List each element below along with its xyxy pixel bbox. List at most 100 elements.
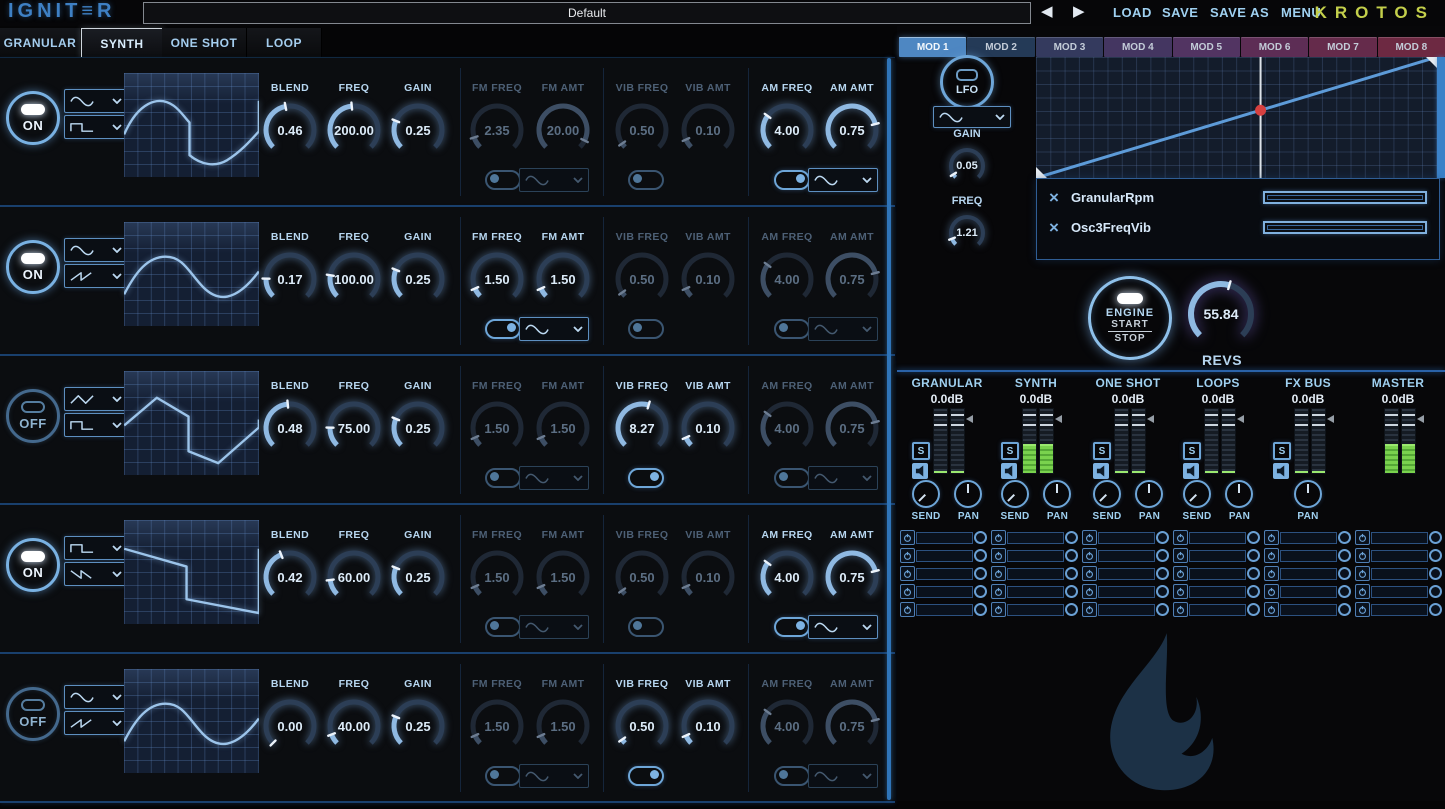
- matrix-power-button[interactable]: [1355, 530, 1370, 545]
- send-knob[interactable]: [1183, 480, 1211, 508]
- am-enable-toggle[interactable]: [774, 617, 810, 637]
- mod-tab-4[interactable]: MOD 4: [1104, 37, 1171, 57]
- gain-knob[interactable]: 0.25: [387, 99, 449, 161]
- osc-power-toggle[interactable]: OFF: [6, 687, 60, 741]
- matrix-power-button[interactable]: [1173, 584, 1188, 599]
- matrix-slider[interactable]: [1189, 568, 1246, 580]
- fm-amt-knob[interactable]: 1.50: [532, 397, 594, 459]
- osc-power-toggle[interactable]: ON: [6, 538, 60, 592]
- osc-power-toggle[interactable]: ON: [6, 91, 60, 145]
- gain-knob[interactable]: 0.25: [387, 248, 449, 310]
- blend-knob[interactable]: 0.00: [259, 695, 321, 757]
- send-knob[interactable]: [1093, 480, 1121, 508]
- fm-wave-select[interactable]: [519, 317, 589, 341]
- fm-freq-knob[interactable]: 1.50: [466, 397, 528, 459]
- matrix-knob[interactable]: [1247, 585, 1260, 598]
- mute-button[interactable]: [912, 463, 928, 479]
- vib-amt-knob[interactable]: 0.10: [677, 397, 739, 459]
- matrix-power-button[interactable]: [1082, 548, 1097, 563]
- fm-enable-toggle[interactable]: [485, 170, 521, 190]
- lfo-freq-knob[interactable]: 1.21: [944, 210, 990, 256]
- am-enable-toggle[interactable]: [774, 170, 810, 190]
- lfo-gain-knob[interactable]: 0.05: [944, 143, 990, 189]
- level-fader[interactable]: [1384, 408, 1399, 474]
- level-fader[interactable]: [1401, 408, 1416, 474]
- level-fader[interactable]: [1221, 408, 1236, 474]
- gain-knob[interactable]: 0.25: [387, 397, 449, 459]
- fm-wave-select[interactable]: [519, 615, 589, 639]
- level-fader[interactable]: [933, 408, 948, 474]
- matrix-power-button[interactable]: [900, 530, 915, 545]
- matrix-power-button[interactable]: [1082, 566, 1097, 581]
- blend-knob[interactable]: 0.48: [259, 397, 321, 459]
- fader-handle[interactable]: [1295, 414, 1308, 426]
- gain-knob[interactable]: 0.25: [387, 695, 449, 757]
- matrix-slider[interactable]: [916, 532, 973, 544]
- am-wave-select[interactable]: [808, 615, 878, 639]
- matrix-knob[interactable]: [974, 531, 987, 544]
- level-fader[interactable]: [1022, 408, 1037, 474]
- am-wave-select[interactable]: [808, 764, 878, 788]
- matrix-slider[interactable]: [1280, 532, 1337, 544]
- mod-tab-2[interactable]: MOD 2: [967, 37, 1034, 57]
- fm-freq-knob[interactable]: 1.50: [466, 248, 528, 310]
- matrix-knob[interactable]: [1065, 549, 1078, 562]
- matrix-slider[interactable]: [1189, 586, 1246, 598]
- solo-button[interactable]: S: [1093, 442, 1111, 460]
- level-fader[interactable]: [950, 408, 965, 474]
- level-fader[interactable]: [1311, 408, 1326, 474]
- level-fader[interactable]: [1204, 408, 1219, 474]
- matrix-slider[interactable]: [1098, 586, 1155, 598]
- freq-knob[interactable]: 75.00: [323, 397, 385, 459]
- fader-handle[interactable]: [951, 414, 964, 426]
- matrix-knob[interactable]: [1338, 567, 1351, 580]
- mute-button[interactable]: [1183, 463, 1199, 479]
- am-wave-select[interactable]: [808, 317, 878, 341]
- matrix-power-button[interactable]: [991, 548, 1006, 563]
- mod-tab-7[interactable]: MOD 7: [1309, 37, 1376, 57]
- lfo-power-button[interactable]: LFO: [940, 55, 994, 109]
- matrix-slider[interactable]: [916, 550, 973, 562]
- remove-icon[interactable]: ×: [1049, 189, 1059, 206]
- wave1-select[interactable]: [64, 89, 128, 113]
- save-button[interactable]: SAVE: [1162, 5, 1198, 20]
- freq-knob[interactable]: 60.00: [323, 546, 385, 608]
- matrix-slider[interactable]: [916, 586, 973, 598]
- fm-wave-select[interactable]: [519, 466, 589, 490]
- am-freq-knob[interactable]: 4.00: [756, 248, 818, 310]
- matrix-slider[interactable]: [1007, 604, 1064, 616]
- vib-amt-knob[interactable]: 0.10: [677, 99, 739, 161]
- am-freq-knob[interactable]: 4.00: [756, 546, 818, 608]
- vib-enable-toggle[interactable]: [628, 468, 664, 488]
- matrix-knob[interactable]: [1338, 549, 1351, 562]
- matrix-knob[interactable]: [1338, 603, 1351, 616]
- matrix-power-button[interactable]: [1264, 602, 1279, 617]
- vib-freq-knob[interactable]: 0.50: [611, 546, 673, 608]
- mod-tab-1[interactable]: MOD 1: [899, 37, 966, 57]
- matrix-slider[interactable]: [1280, 550, 1337, 562]
- fader-handle[interactable]: [1040, 414, 1053, 426]
- matrix-power-button[interactable]: [1355, 584, 1370, 599]
- wave1-select[interactable]: [64, 536, 128, 560]
- vib-enable-toggle[interactable]: [628, 617, 664, 637]
- fm-enable-toggle[interactable]: [485, 319, 521, 339]
- am-enable-toggle[interactable]: [774, 468, 810, 488]
- curve-handle[interactable]: [1036, 167, 1047, 178]
- vib-freq-knob[interactable]: 8.27: [611, 397, 673, 459]
- solo-button[interactable]: S: [912, 442, 930, 460]
- fader-handle[interactable]: [1115, 414, 1128, 426]
- matrix-slider[interactable]: [1098, 550, 1155, 562]
- matrix-knob[interactable]: [974, 549, 987, 562]
- wave2-select[interactable]: [64, 264, 128, 288]
- revs-knob[interactable]: 55.84: [1184, 277, 1258, 351]
- fm-wave-select[interactable]: [519, 764, 589, 788]
- vib-amt-knob[interactable]: 0.10: [677, 695, 739, 757]
- solo-button[interactable]: S: [1273, 442, 1291, 460]
- matrix-power-button[interactable]: [1264, 584, 1279, 599]
- matrix-power-button[interactable]: [900, 584, 915, 599]
- level-fader[interactable]: [1114, 408, 1129, 474]
- matrix-power-button[interactable]: [900, 548, 915, 563]
- matrix-slider[interactable]: [1371, 586, 1428, 598]
- matrix-knob[interactable]: [1065, 531, 1078, 544]
- matrix-slider[interactable]: [1189, 532, 1246, 544]
